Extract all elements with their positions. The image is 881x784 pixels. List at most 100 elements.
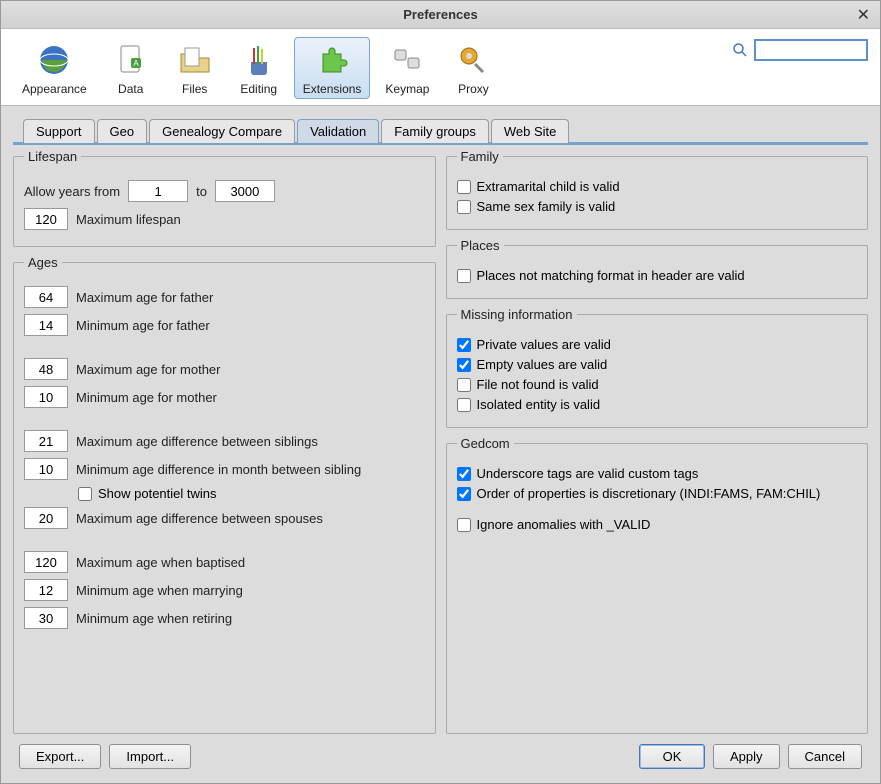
age-input[interactable] <box>24 358 68 380</box>
age-label: Maximum age for father <box>76 290 213 305</box>
age-label: Minimum age when retiring <box>76 611 232 626</box>
brush-cup-icon <box>241 42 277 78</box>
gedcom-check-2[interactable] <box>457 518 471 532</box>
sub-tabs: Support Geo Genealogy Compare Validation… <box>13 118 868 145</box>
places-legend: Places <box>457 238 504 253</box>
tool-editing[interactable]: Editing <box>230 37 288 99</box>
missing-label-0: Private values are valid <box>477 337 611 352</box>
age-input[interactable] <box>24 579 68 601</box>
tab-support[interactable]: Support <box>23 119 95 143</box>
missing-label-1: Empty values are valid <box>477 357 608 372</box>
ages-legend: Ages <box>24 255 62 270</box>
missing-check-0[interactable] <box>457 338 471 352</box>
ok-button[interactable]: OK <box>639 744 705 769</box>
year-to-input[interactable] <box>215 180 275 202</box>
export-button[interactable]: Export... <box>19 744 101 769</box>
missing-check-1[interactable] <box>457 358 471 372</box>
missing-label-3: Isolated entity is valid <box>477 397 601 412</box>
family-check-1[interactable] <box>457 200 471 214</box>
columns: Lifespan Allow years from to Maximum lif… <box>13 145 868 734</box>
age-label: Maximum age when baptised <box>76 555 245 570</box>
missing-label-2: File not found is valid <box>477 377 599 392</box>
tool-data[interactable]: A Data <box>102 37 160 99</box>
gedcom-check-1[interactable] <box>457 487 471 501</box>
allow-to-label: to <box>196 184 207 199</box>
tab-validation[interactable]: Validation <box>297 119 379 143</box>
age-input[interactable] <box>24 314 68 336</box>
toolbar: Appearance A Data Files Editing Extensio… <box>1 29 880 106</box>
allow-from-label: Allow years from <box>24 184 120 199</box>
missing-legend: Missing information <box>457 307 577 322</box>
close-icon[interactable]: ✕ <box>857 5 870 25</box>
max-lifespan-label: Maximum lifespan <box>76 212 181 227</box>
family-check-0[interactable] <box>457 180 471 194</box>
age-input[interactable] <box>24 607 68 629</box>
puzzle-icon <box>314 42 350 78</box>
missing-check-2[interactable] <box>457 378 471 392</box>
tab-genealogy-compare[interactable]: Genealogy Compare <box>149 119 295 143</box>
age-input[interactable] <box>24 286 68 308</box>
document-icon: A <box>113 42 149 78</box>
tool-label: Keymap <box>385 82 429 96</box>
tool-files[interactable]: Files <box>166 37 224 99</box>
age-input[interactable] <box>24 458 68 480</box>
places-check-0[interactable] <box>457 269 471 283</box>
preferences-window: Preferences ✕ Appearance A Data Files Ed… <box>0 0 881 784</box>
keyboard-icon <box>389 42 425 78</box>
gedcom-legend: Gedcom <box>457 436 514 451</box>
family-legend: Family <box>457 149 503 164</box>
allow-years-row: Allow years from to <box>24 180 425 202</box>
missing-group: Missing information Private values are v… <box>446 307 869 428</box>
twins-check-row: Show potentiel twins <box>78 486 425 501</box>
tool-label: Appearance <box>22 82 87 96</box>
age-input[interactable] <box>24 430 68 452</box>
missing-check-3[interactable] <box>457 398 471 412</box>
family-label-0: Extramarital child is valid <box>477 179 620 194</box>
search-input[interactable] <box>754 39 868 61</box>
svg-text:A: A <box>133 59 139 68</box>
max-lifespan-input[interactable] <box>24 208 68 230</box>
tool-keymap[interactable]: Keymap <box>376 37 438 99</box>
age-label: Maximum age for mother <box>76 362 221 377</box>
places-group: Places Places not matching format in hea… <box>446 238 869 299</box>
folder-icon <box>177 42 213 78</box>
age-label: Minimum age for father <box>76 318 210 333</box>
footer: Export... Import... OK Apply Cancel <box>1 734 880 783</box>
titlebar: Preferences ✕ <box>1 1 880 29</box>
year-from-input[interactable] <box>128 180 188 202</box>
right-column: Family Extramarital child is valid Same … <box>446 149 869 734</box>
cancel-button[interactable]: Cancel <box>788 744 862 769</box>
tab-geo[interactable]: Geo <box>97 119 148 143</box>
import-button[interactable]: Import... <box>109 744 191 769</box>
gedcom-check-0[interactable] <box>457 467 471 481</box>
search-icon <box>732 42 748 58</box>
family-group: Family Extramarital child is valid Same … <box>446 149 869 230</box>
age-input[interactable] <box>24 507 68 529</box>
apply-button[interactable]: Apply <box>713 744 780 769</box>
twins-label: Show potentiel twins <box>98 486 217 501</box>
tool-proxy[interactable]: Proxy <box>444 37 502 99</box>
age-label: Maximum age difference between siblings <box>76 434 318 449</box>
tool-label: Extensions <box>303 82 362 96</box>
family-label-1: Same sex family is valid <box>477 199 616 214</box>
gedcom-label-0: Underscore tags are valid custom tags <box>477 466 699 481</box>
age-input[interactable] <box>24 386 68 408</box>
globe-icon <box>36 42 72 78</box>
lifespan-group: Lifespan Allow years from to Maximum lif… <box>13 149 436 247</box>
tool-label: Files <box>182 82 207 96</box>
twins-checkbox[interactable] <box>78 487 92 501</box>
tab-web-site[interactable]: Web Site <box>491 119 570 143</box>
age-label: Minimum age difference in month between … <box>76 462 361 477</box>
gedcom-label-1: Order of properties is discretionary (IN… <box>477 486 821 501</box>
tool-appearance[interactable]: Appearance <box>13 37 96 99</box>
tool-label: Data <box>118 82 143 96</box>
content-area: Support Geo Genealogy Compare Validation… <box>1 106 880 734</box>
age-label: Minimum age when marrying <box>76 583 243 598</box>
gedcom-label-2: Ignore anomalies with _VALID <box>477 517 651 532</box>
tool-extensions[interactable]: Extensions <box>294 37 371 99</box>
left-column: Lifespan Allow years from to Maximum lif… <box>13 149 436 734</box>
search-area <box>732 39 868 61</box>
toolbar-items: Appearance A Data Files Editing Extensio… <box>13 37 502 99</box>
tab-family-groups[interactable]: Family groups <box>381 119 489 143</box>
age-input[interactable] <box>24 551 68 573</box>
